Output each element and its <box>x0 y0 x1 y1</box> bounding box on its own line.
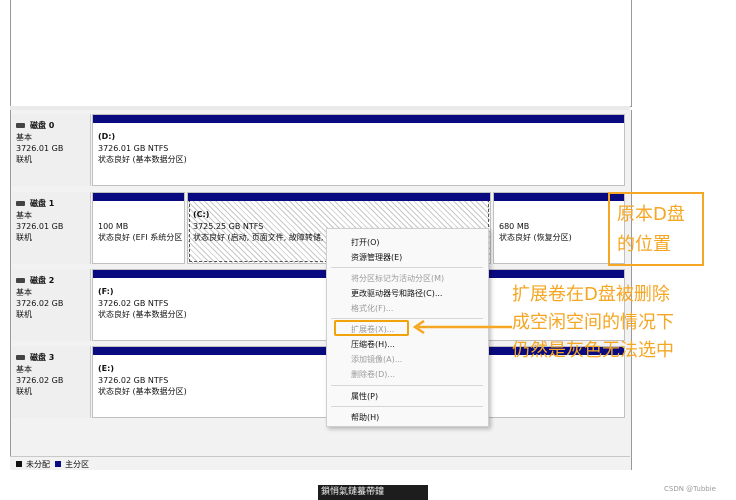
menu-item-open[interactable]: 打开(O) <box>351 237 380 248</box>
menu-item-delete-volume: 删除卷(D)... <box>351 370 396 379</box>
partition-recovery[interactable]: 680 MB 状态良好 (恢复分区) <box>493 192 625 264</box>
partition-status: 状态良好 (恢复分区) <box>499 233 572 242</box>
disk-size: 3726.01 GB <box>16 222 64 231</box>
menu-item-help[interactable]: 帮助(H) <box>351 412 379 423</box>
annotation-arrow <box>412 320 512 334</box>
partition-status: 状态良好 (基本数据分区) <box>98 310 187 319</box>
annotation-box-line2: 的位置 <box>617 234 671 255</box>
partition-label: (E:) <box>98 364 114 373</box>
partition-detail: 3726.02 GB NTFS <box>98 299 169 308</box>
disk-size: 3726.02 GB <box>16 376 64 385</box>
disk-name: 磁盘 3 <box>30 353 55 362</box>
partition-detail: 3726.02 GB NTFS <box>98 376 169 385</box>
disk-type: 基本 <box>16 211 32 220</box>
disk-status: 联机 <box>16 155 32 164</box>
disk-info-3[interactable]: 磁盘 3 基本 3726.02 GB 联机 <box>12 346 91 418</box>
menu-item-explorer[interactable]: 资源管理器(E) <box>351 252 402 263</box>
partition-status: 状态良好 (启动, 页面文件, 故障转储, <box>193 233 323 242</box>
disk-status: 联机 <box>16 387 32 396</box>
partition-header <box>93 193 184 201</box>
legend-swatch-primary <box>55 461 61 467</box>
menu-item-add-mirror: 添加镜像(A)... <box>351 355 403 364</box>
legend-primary: 主分区 <box>65 460 89 469</box>
annotation-box: 原本D盘 的位置 <box>608 192 704 266</box>
disk-size: 3726.02 GB <box>16 299 64 308</box>
disk-name: 磁盘 0 <box>30 121 55 130</box>
annotation-note-line2: 成空闲空间的情况下 <box>512 312 674 333</box>
partition-detail: 100 MB <box>98 222 129 231</box>
partition-efi[interactable]: 100 MB 状态良好 (EFI 系统分区) <box>92 192 185 264</box>
disk-info-2[interactable]: 磁盘 2 基本 3726.02 GB 联机 <box>12 269 91 341</box>
partition-label: (F:) <box>98 287 114 296</box>
disk-status: 联机 <box>16 310 32 319</box>
disk-icon <box>16 278 25 283</box>
disk-icon <box>16 201 25 206</box>
disk-info-1[interactable]: 磁盘 1 基本 3726.01 GB 联机 <box>12 192 91 264</box>
partition-detail: 680 MB <box>499 222 530 231</box>
disk-info-0[interactable]: 磁盘 0 基本 3726.01 GB 联机 <box>12 114 91 186</box>
partition-status: 状态良好 (基本数据分区) <box>98 387 187 396</box>
partition-detail: 3726.01 GB NTFS <box>98 144 169 153</box>
menu-item-format: 格式化(F)... <box>351 304 394 313</box>
disk-icon <box>16 123 25 128</box>
annotation-box-line1: 原本D盘 <box>617 204 685 225</box>
menu-item-shrink-volume[interactable]: 压缩卷(H)... <box>351 339 395 350</box>
menu-separator <box>331 385 483 386</box>
menu-item-extend-volume: 扩展卷(X)... <box>351 325 395 334</box>
partition-header <box>494 193 624 201</box>
partition-d[interactable]: (D:) 3726.01 GB NTFS 状态良好 (基本数据分区) <box>92 114 625 186</box>
volume-list-area <box>10 0 632 107</box>
disk-type: 基本 <box>16 365 32 374</box>
partition-detail: 3725.25 GB NTFS <box>193 222 264 231</box>
partition-status: 状态良好 (EFI 系统分区) <box>98 233 182 242</box>
annotation-note-line3: 仍然是灰色无法选中 <box>512 340 674 361</box>
annotation-note-line1: 扩展卷在D盘被删除 <box>512 284 670 305</box>
disk-type: 基本 <box>16 288 32 297</box>
menu-item-properties[interactable]: 属性(P) <box>351 391 378 402</box>
legend-bar: 未分配 主分区 <box>10 456 630 471</box>
disk-name: 磁盘 1 <box>30 199 55 208</box>
legend-unallocated: 未分配 <box>26 460 50 469</box>
partition-header <box>188 193 490 201</box>
disk-type: 基本 <box>16 133 32 142</box>
disk-status: 联机 <box>16 233 32 242</box>
partition-label: (D:) <box>98 132 116 141</box>
disk-size: 3726.01 GB <box>16 144 64 153</box>
disk-row-1: 磁盘 1 基本 3726.01 GB 联机 100 MB 状态良好 (EFI 系… <box>12 192 628 264</box>
disk-row-0: 磁盘 0 基本 3726.01 GB 联机 (D:) 3726.01 GB NT… <box>12 114 628 186</box>
partition-status: 状态良好 (基本数据分区) <box>98 155 187 164</box>
taskbar-strip: 鎖悄氣鏈蟇帶鐘 <box>318 485 428 500</box>
disk-name: 磁盘 2 <box>30 276 55 285</box>
disk-icon <box>16 355 25 360</box>
menu-item-mark-active: 将分区标记为活动分区(M) <box>351 274 445 283</box>
menu-separator <box>331 318 483 319</box>
legend-swatch-unallocated <box>16 461 22 467</box>
menu-separator <box>331 406 483 407</box>
menu-separator <box>331 267 483 268</box>
menu-item-change-letter[interactable]: 更改驱动器号和路径(C)... <box>351 288 442 299</box>
watermark: CSDN @Tubbie <box>664 485 716 493</box>
partition-header <box>93 115 624 123</box>
annotation-note: 扩展卷在D盘被删除 成空闲空间的情况下 仍然是灰色无法选中 <box>512 281 674 365</box>
partition-label: (C:) <box>193 210 210 219</box>
